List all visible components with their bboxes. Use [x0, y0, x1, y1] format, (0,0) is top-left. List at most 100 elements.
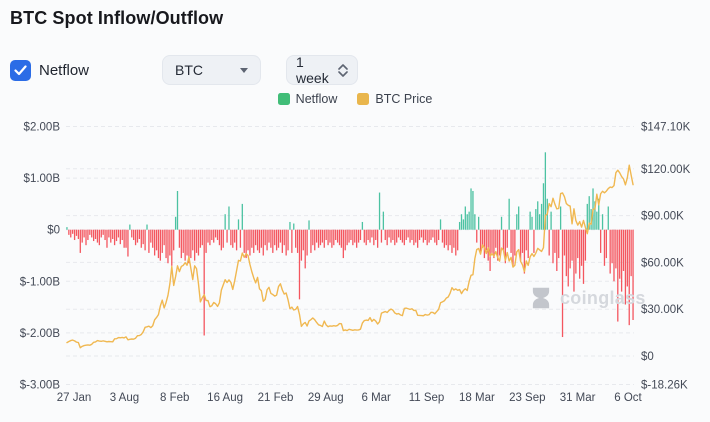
netflow-bar: [276, 230, 277, 251]
netflow-bar: [529, 212, 530, 230]
netflow-bar: [326, 230, 327, 240]
netflow-bar: [434, 230, 435, 243]
legend-item-btc-price[interactable]: BTC Price: [357, 92, 432, 106]
y-axis-label-left: $0: [47, 225, 60, 237]
netflow-bar: [257, 230, 258, 251]
netflow-bar: [108, 230, 109, 238]
y-axis-label-left: $-3.00B: [20, 380, 61, 392]
btc-price-line: [67, 165, 633, 348]
netflow-bar: [234, 230, 235, 243]
interval-select[interactable]: 1 week: [286, 55, 358, 85]
netflow-bar: [131, 230, 132, 238]
netflow-bar: [244, 230, 245, 253]
y-axis-label-right: $30.00K: [641, 304, 684, 316]
netflow-bar: [291, 230, 292, 253]
netflow-bar: [97, 230, 98, 243]
netflow-bar: [488, 230, 489, 261]
netflow-bar: [568, 230, 569, 287]
netflow-bar: [192, 230, 193, 251]
netflow-bar: [301, 230, 302, 261]
netflow-bar: [312, 230, 313, 245]
netflow-bar: [467, 214, 468, 229]
netflow-bar: [409, 230, 410, 243]
netflow-bar: [438, 230, 439, 240]
netflow-bar: [316, 230, 317, 243]
symbol-select[interactable]: BTC: [162, 55, 261, 85]
netflow-bar: [623, 230, 624, 271]
legend-item-netflow[interactable]: Netflow: [278, 92, 338, 106]
netflow-bar: [411, 230, 412, 240]
netflow-bar: [162, 230, 163, 253]
interval-select-value: 1 week: [296, 54, 338, 86]
netflow-bar: [602, 214, 603, 229]
y-axis-label-right: $90.00K: [641, 211, 684, 223]
netflow-bar: [101, 230, 102, 238]
netflow-bar: [310, 230, 311, 253]
netflow-bar: [436, 230, 437, 245]
netflow-bar: [556, 230, 557, 271]
netflow-bar: [514, 230, 515, 256]
netflow-bar: [135, 230, 136, 245]
netflow-bar: [366, 230, 367, 245]
x-axis-label: 27 Jan: [57, 392, 92, 404]
netflow-bar: [362, 222, 363, 230]
netflow-bar: [158, 230, 159, 258]
netflow-bar: [280, 230, 281, 243]
netflow-bar: [165, 230, 166, 258]
netflow-bar: [468, 212, 469, 230]
netflow-bar: [373, 230, 374, 245]
netflow-bar: [407, 230, 408, 238]
netflow-bar: [181, 230, 182, 258]
netflow-bar: [560, 206, 561, 229]
netflow-bar: [272, 230, 273, 253]
netflow-bar: [449, 230, 450, 245]
btc-price-legend-label: BTC Price: [375, 92, 432, 106]
netflow-bar: [171, 230, 172, 266]
netflow-bar: [417, 230, 418, 248]
y-axis-label-left: $-2.00B: [20, 328, 61, 340]
netflow-bar: [333, 230, 334, 245]
netflow-bar: [421, 230, 422, 238]
netflow-bar: [204, 230, 205, 336]
netflow-bar: [143, 230, 144, 244]
netflow-bar: [261, 230, 262, 248]
netflow-bar: [510, 230, 511, 253]
netflow-bar: [70, 230, 71, 238]
netflow-bar: [329, 230, 330, 243]
netflow-bar: [423, 230, 424, 243]
netflow-bar: [80, 230, 81, 253]
netflow-bar: [375, 230, 376, 240]
netflow-bar: [625, 230, 626, 305]
netflow-bar: [377, 230, 378, 248]
x-axis-label: 18 Mar: [459, 392, 495, 404]
netflow-checkbox[interactable]: [10, 60, 31, 81]
netflow-bar: [451, 230, 452, 253]
netflow-bar: [367, 230, 368, 240]
netflow-bar: [221, 230, 222, 251]
x-axis-label: 3 Aug: [110, 392, 139, 404]
netflow-bar: [369, 230, 370, 243]
netflow-bar: [627, 230, 628, 287]
chart-legend: Netflow BTC Price: [0, 92, 710, 106]
netflow-bar: [123, 230, 124, 248]
netflow-bar: [533, 230, 534, 253]
netflow-bar: [484, 230, 485, 258]
up-down-stepper-icon: [338, 64, 348, 77]
x-axis-label: 6 Mar: [361, 392, 391, 404]
netflow-bar: [190, 230, 191, 258]
x-axis-label: 8 Feb: [160, 392, 189, 404]
netflow-bar: [610, 230, 611, 274]
netflow-bar: [217, 230, 218, 240]
netflow-bar: [549, 230, 550, 256]
netflow-bar: [305, 230, 306, 269]
netflow-bar: [150, 230, 151, 243]
netflow-bar: [346, 230, 347, 245]
netflow-bar: [600, 230, 601, 253]
netflow-bar: [358, 230, 359, 243]
netflow-bar: [440, 219, 441, 229]
netflow-bar: [461, 214, 462, 229]
netflow-bar: [604, 230, 605, 266]
netflow-bar: [448, 230, 449, 251]
netflow-bar: [539, 214, 540, 229]
netflow-bar: [476, 230, 477, 243]
